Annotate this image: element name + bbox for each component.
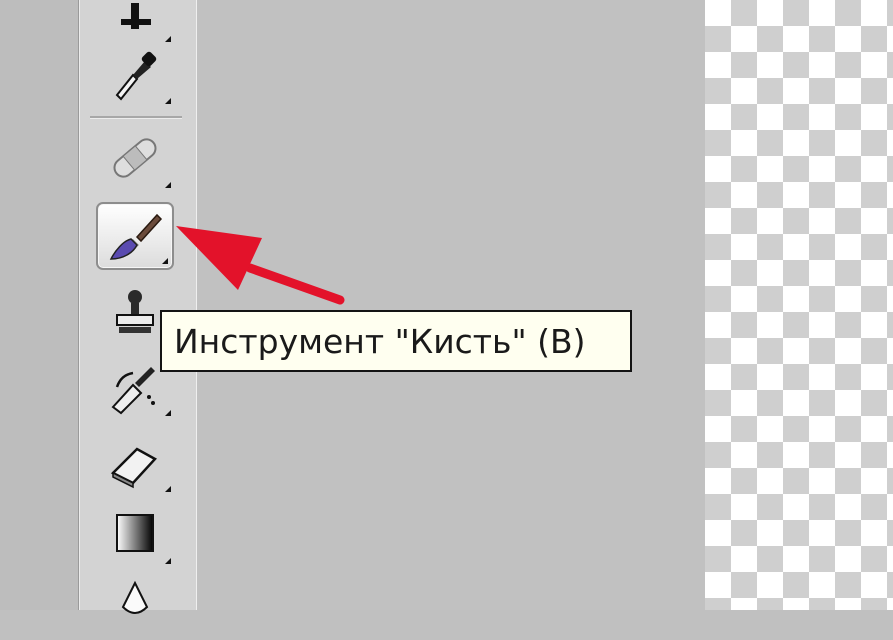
blur-icon	[121, 580, 149, 614]
tooltip-text: Инструмент "Кисть" (B)	[174, 321, 586, 361]
eyedropper-icon	[115, 51, 157, 101]
document-workspace[interactable]	[197, 0, 705, 610]
transparent-canvas[interactable]	[705, 0, 893, 610]
healing-brush-tool-button[interactable]	[95, 124, 175, 192]
eraser-tool-button[interactable]	[95, 428, 175, 496]
submenu-indicator-icon	[162, 258, 168, 264]
move-icon	[121, 3, 151, 29]
gradient-icon	[116, 514, 154, 552]
toolbar-separator	[90, 116, 182, 119]
tool-tooltip: Инструмент "Кисть" (B)	[160, 310, 632, 372]
eyedropper-tool-button[interactable]	[95, 40, 175, 108]
brush-icon	[109, 213, 163, 260]
gradient-tool-button[interactable]	[95, 500, 175, 568]
stamp-icon	[116, 290, 154, 333]
submenu-indicator-icon	[165, 98, 171, 104]
blur-tool-button[interactable]	[95, 572, 175, 640]
submenu-indicator-icon	[165, 410, 171, 416]
history-brush-icon	[111, 367, 155, 415]
submenu-indicator-icon	[165, 486, 171, 492]
brush-tool-button[interactable]	[96, 202, 174, 270]
left-panel-area	[0, 0, 78, 610]
bandage-icon	[113, 138, 157, 178]
submenu-indicator-icon	[165, 182, 171, 188]
submenu-indicator-icon	[165, 558, 171, 564]
eraser-icon	[110, 447, 157, 489]
